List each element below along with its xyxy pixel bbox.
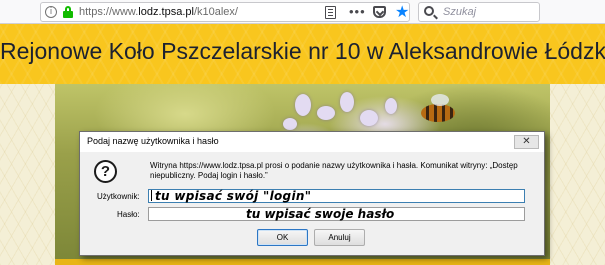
search-box[interactable]: Szukaj <box>418 2 540 22</box>
url-prefix: https://www. <box>79 6 139 18</box>
url-domain: lodz.tpsa.pl <box>138 6 194 18</box>
dialog-title: Podaj nazwę użytkownika i hasło <box>87 136 219 146</box>
lock-icon[interactable] <box>63 6 73 18</box>
password-label: Hasło: <box>117 210 140 219</box>
dialog-titlebar[interactable]: Podaj nazwę użytkownika i hasło ✕ <box>80 132 544 152</box>
username-field[interactable]: tu wpisać swój "login" <box>148 189 525 203</box>
page-footer-bar <box>55 259 550 265</box>
password-field[interactable]: tu wpisać swoje hasło <box>148 207 525 221</box>
pocket-icon[interactable] <box>373 6 386 18</box>
login-dialog: Podaj nazwę użytkownika i hasło ✕ ? Witr… <box>79 131 545 256</box>
info-icon[interactable]: i <box>45 6 57 18</box>
site-title: Rejonowe Koło Pszczelarskie nr 10 w Alek… <box>0 38 605 64</box>
flower-petal <box>295 94 311 116</box>
password-hint: tu wpisać swoje hasło <box>246 207 395 221</box>
page-actions-icon[interactable]: ••• <box>349 4 366 19</box>
site-header: Rejonowe Koło Pszczelarskie nr 10 w Alek… <box>0 24 605 84</box>
url-path: /k10alex/ <box>193 6 238 18</box>
address-bar[interactable]: i https://www.lodz.tpsa.pl/k10alex/ ••• … <box>40 2 410 22</box>
browser-toolbar: i https://www.lodz.tpsa.pl/k10alex/ ••• … <box>0 0 605 24</box>
ok-button[interactable]: OK <box>257 229 308 246</box>
bee-image <box>421 94 455 122</box>
dialog-message: Witryna https://www.lodz.tpsa.pl prosi o… <box>150 161 518 180</box>
flower-petal <box>385 98 397 114</box>
bookmark-star-icon[interactable]: ★ <box>395 2 409 22</box>
flower-petal <box>340 92 354 112</box>
search-icon <box>424 6 434 16</box>
search-placeholder: Szukaj <box>443 6 477 18</box>
url-text[interactable]: https://www.lodz.tpsa.pl/k10alex/ <box>79 6 238 18</box>
flower-petal <box>317 106 335 120</box>
username-label: Użytkownik: <box>97 192 140 201</box>
flower-petal <box>283 118 297 130</box>
dialog-close-button[interactable]: ✕ <box>514 135 539 149</box>
question-icon: ? <box>94 160 117 183</box>
text-caret <box>151 190 152 201</box>
flower-petal <box>360 110 378 126</box>
username-hint: tu wpisać swój "login" <box>155 189 312 203</box>
reader-view-icon[interactable] <box>325 6 336 19</box>
cancel-button[interactable]: Anuluj <box>314 229 365 246</box>
